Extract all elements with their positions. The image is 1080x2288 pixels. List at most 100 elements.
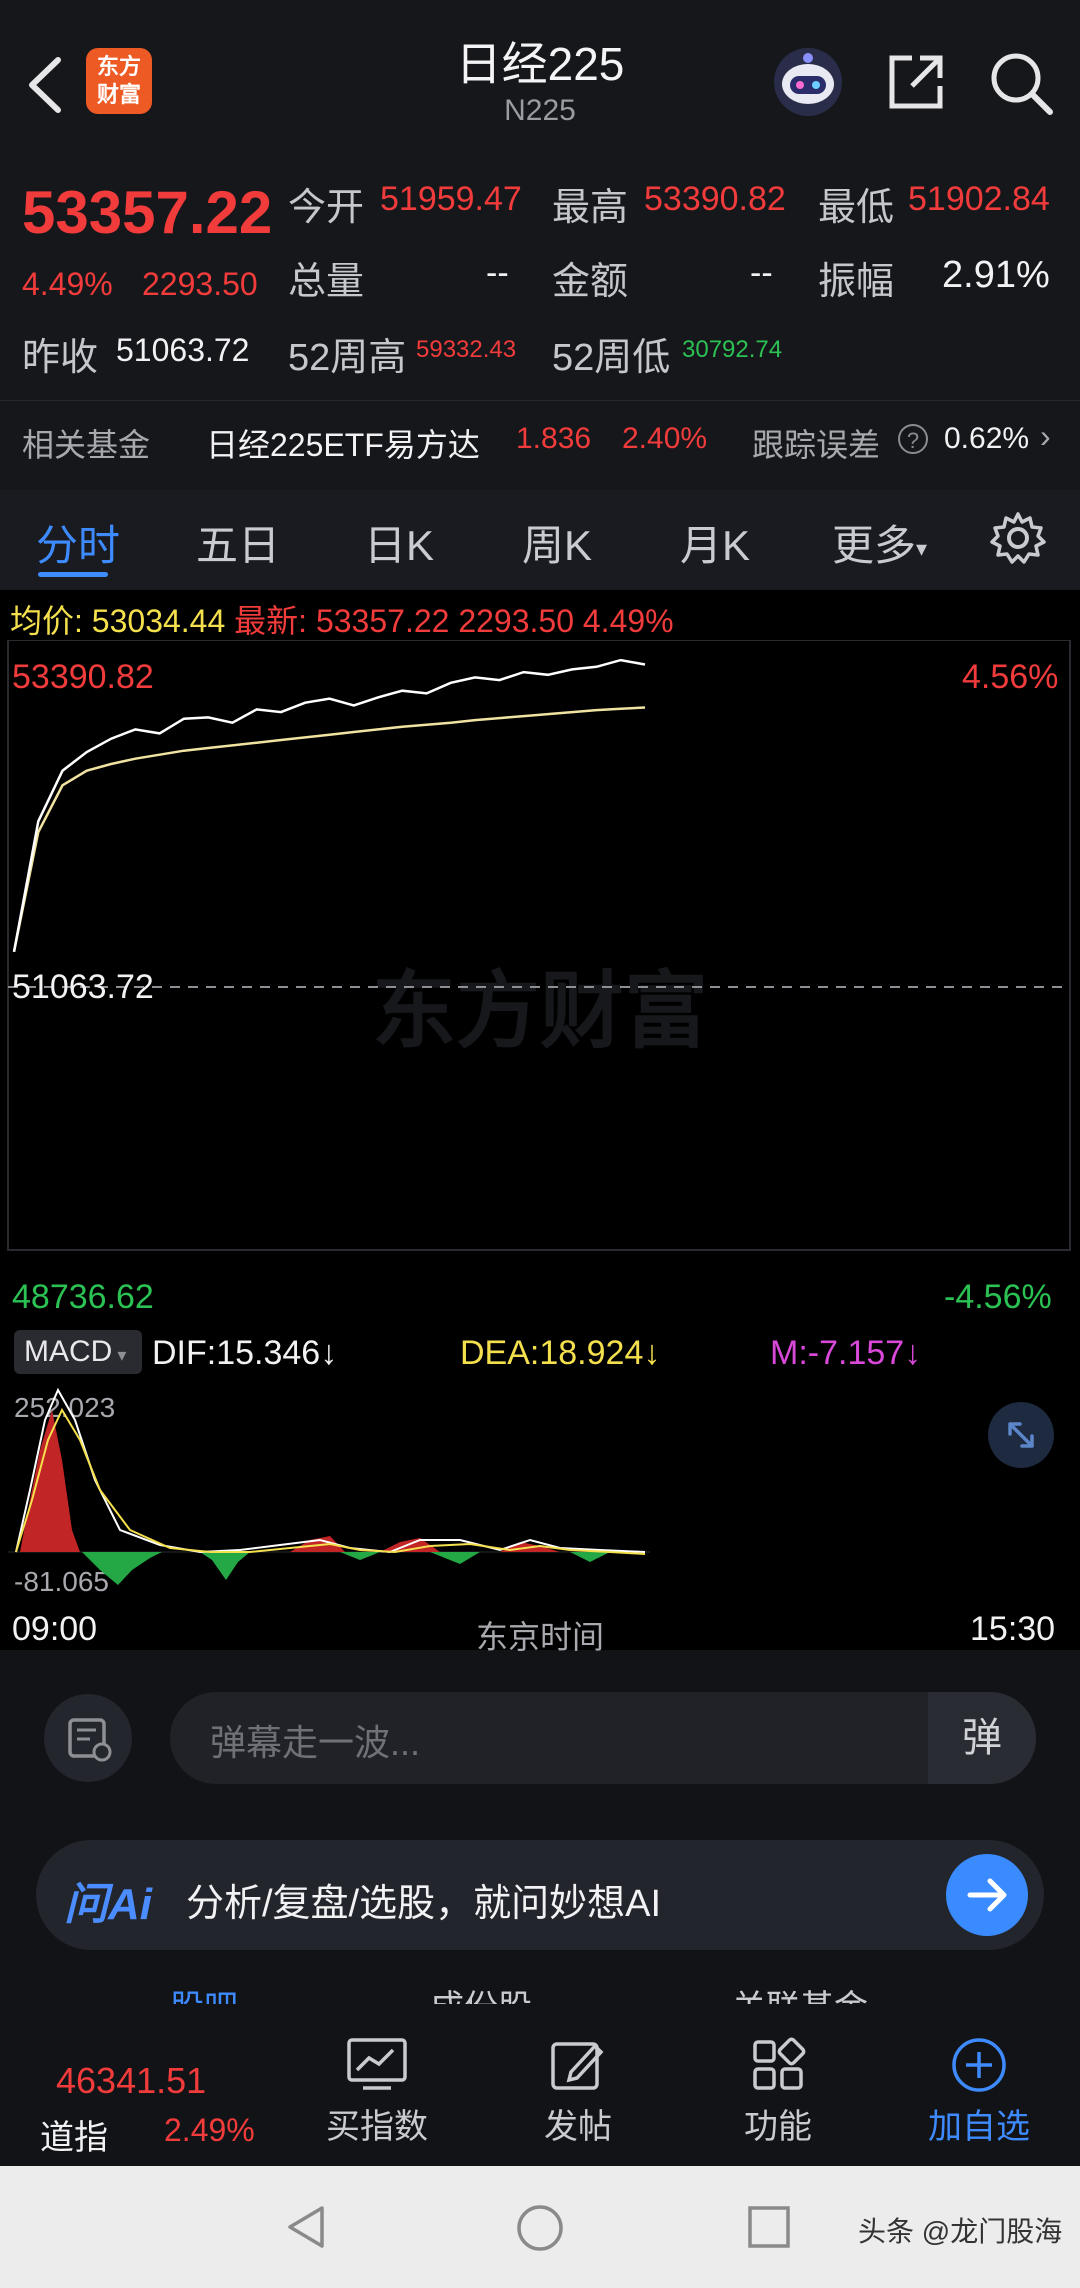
related-fund-pct: 2.40% bbox=[622, 422, 708, 455]
help-icon[interactable]: ? bbox=[898, 424, 928, 454]
amount-label: 金额 bbox=[552, 261, 629, 303]
tab-more[interactable]: 更多▾ bbox=[832, 512, 927, 573]
macd-chart bbox=[8, 1387, 650, 1585]
open-label: 今开 bbox=[288, 187, 365, 229]
macd-dea: DEA:18.924↓ bbox=[460, 1334, 661, 1372]
w52-high-value: 59332.43 bbox=[416, 336, 517, 363]
comment-settings-icon[interactable] bbox=[44, 1694, 132, 1782]
source-watermark: 头条 @龙门股海 bbox=[858, 2216, 1063, 2247]
amplitude-label: 振幅 bbox=[818, 261, 895, 303]
grid-icon bbox=[753, 2037, 806, 2090]
subtab-components[interactable]: 成份股 bbox=[430, 1980, 532, 2004]
tab-intraday[interactable]: 分时 bbox=[36, 512, 120, 573]
buy-index-button[interactable]: 买指数 bbox=[322, 2036, 432, 2156]
tab-monthly-k[interactable]: 月K bbox=[680, 512, 750, 573]
related-fund-name[interactable]: 日经225ETF易方达 bbox=[206, 420, 480, 466]
ai-go-button[interactable] bbox=[946, 1854, 1028, 1936]
latest-pct: 4.49% bbox=[582, 603, 674, 639]
macd-dif-line bbox=[15, 1387, 646, 1554]
dji-pct: 2.49% bbox=[164, 2112, 255, 2148]
system-nav-bar: 头条 @龙门股海 bbox=[0, 2166, 1080, 2288]
chart-trend-icon bbox=[347, 2038, 407, 2090]
chart-info-line: 均价: 53034.44 最新: 53357.22 2293.50 4.49% bbox=[10, 596, 674, 642]
tab-weekly-k[interactable]: 周K bbox=[522, 512, 592, 573]
tab-five-day[interactable]: 五日 bbox=[196, 512, 280, 573]
avg-label: 均价: bbox=[10, 603, 83, 639]
share-icon[interactable] bbox=[884, 50, 948, 114]
volume-value: -- bbox=[486, 254, 509, 292]
chart-tabs: 分时 五日 日K 周K 月K 更多▾ bbox=[0, 490, 1080, 590]
settings-gear-icon[interactable] bbox=[990, 510, 1046, 566]
macd-dea-line bbox=[15, 1407, 646, 1555]
subtab-guba[interactable]: 股吧 bbox=[170, 1980, 238, 2004]
top-bar: 东方 财富 日经225 N225 bbox=[0, 0, 1080, 160]
macd-green-bar bbox=[82, 1552, 162, 1585]
y-bottom-label: 48736.62 bbox=[12, 1278, 154, 1316]
prev-close-value: 51063.72 bbox=[116, 332, 250, 368]
latest-label: 最新: bbox=[234, 603, 308, 639]
macd-green-bar bbox=[570, 1552, 610, 1562]
y-mid-label: 51063.72 bbox=[12, 968, 154, 1006]
danmu-toggle-button[interactable]: 弹 bbox=[928, 1692, 1036, 1784]
current-price: 53357.22 bbox=[22, 179, 273, 246]
avg-value: 53034.44 bbox=[91, 603, 226, 639]
function-button[interactable]: 功能 bbox=[728, 2036, 828, 2156]
active-tab-indicator bbox=[38, 572, 108, 577]
chart-watermark: 东方财富 bbox=[372, 962, 708, 1060]
nav-back-icon[interactable] bbox=[282, 2202, 332, 2257]
macd-green-bar bbox=[340, 1552, 380, 1560]
change-amount: 2293.50 bbox=[142, 266, 258, 302]
high-value: 53390.82 bbox=[644, 180, 786, 218]
macd-green-bar bbox=[200, 1552, 250, 1580]
ai-robot-icon[interactable] bbox=[770, 44, 846, 120]
macd-red-bar bbox=[20, 1410, 80, 1552]
nav-recent-icon[interactable] bbox=[746, 2204, 792, 2255]
search-icon[interactable] bbox=[988, 50, 1054, 116]
amplitude-value: 2.91% bbox=[942, 254, 1050, 296]
ai-assistant-bar[interactable]: 问Ai 分析/复盘/选股，就问妙想AI bbox=[36, 1840, 1044, 1950]
nav-home-icon[interactable] bbox=[514, 2202, 566, 2259]
macd-dif: DIF:15.346↓ bbox=[152, 1334, 338, 1372]
latest-value: 53357.22 bbox=[315, 603, 450, 639]
chevron-right-icon[interactable]: › bbox=[1040, 418, 1051, 455]
comment-input[interactable]: 弹幕走一波... 弹 bbox=[170, 1692, 1036, 1784]
expand-icon[interactable] bbox=[988, 1402, 1054, 1468]
tracking-error-label: 跟踪误差 bbox=[752, 427, 881, 463]
w52-low-label: 52周低 bbox=[552, 337, 671, 379]
subtab-related-funds[interactable]: 关联基金 bbox=[732, 1980, 868, 2004]
pct-bottom-label: -4.56% bbox=[944, 1278, 1052, 1316]
comment-bar: 弹幕走一波... 弹 bbox=[0, 1660, 1080, 1810]
post-label: 发帖 bbox=[544, 2108, 612, 2146]
time-end: 15:30 bbox=[970, 1610, 1056, 1648]
macd-selector[interactable]: MACD ▾ bbox=[14, 1330, 142, 1374]
time-zone-label: 东京时间 bbox=[475, 1619, 604, 1655]
dropdown-icon: ▾ bbox=[916, 535, 928, 561]
post-button[interactable]: 发帖 bbox=[528, 2036, 628, 2156]
edit-icon bbox=[551, 2042, 604, 2090]
dji-label: 道指 bbox=[40, 2119, 108, 2157]
volume-label: 总量 bbox=[288, 261, 365, 303]
w52-high-label: 52周高 bbox=[288, 337, 407, 379]
open-value: 51959.47 bbox=[380, 180, 522, 218]
add-watchlist-button[interactable]: 加自选 bbox=[914, 2036, 1044, 2156]
comment-placeholder: 弹幕走一波... bbox=[210, 1722, 421, 1763]
tracking-error-value: 0.62% bbox=[944, 422, 1030, 455]
dropdown-icon: ▾ bbox=[112, 1345, 127, 1365]
function-label: 功能 bbox=[744, 2108, 812, 2146]
macd-m: M:-7.157↓ bbox=[770, 1334, 922, 1372]
dji-price[interactable]: 46341.51 bbox=[56, 2060, 206, 2102]
low-label: 最低 bbox=[818, 187, 895, 229]
bottom-action-bar: 股吧 成份股 关联基金 46341.51 道指 2.49% 买指数 发帖 功能 … bbox=[0, 1980, 1080, 2166]
tab-daily-k[interactable]: 日K bbox=[364, 512, 434, 573]
avg-price-line bbox=[12, 706, 646, 953]
add-watchlist-label: 加自选 bbox=[928, 2108, 1030, 2146]
related-fund-label: 相关基金 bbox=[22, 427, 151, 463]
amount-value: -- bbox=[750, 254, 773, 292]
related-fund-price: 1.836 bbox=[516, 422, 592, 455]
ai-prompt-text: 分析/复盘/选股，就问妙想AI bbox=[186, 1883, 662, 1925]
macd-green-bar bbox=[430, 1552, 480, 1564]
change-pct: 4.49% bbox=[22, 266, 113, 302]
pct-top-label: 4.56% bbox=[962, 658, 1059, 696]
y-top-label: 53390.82 bbox=[12, 658, 154, 696]
arrow-right-icon bbox=[967, 1878, 1007, 1912]
